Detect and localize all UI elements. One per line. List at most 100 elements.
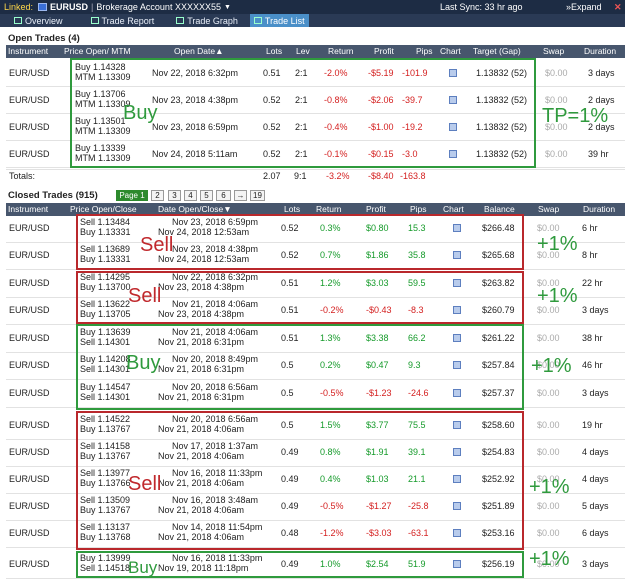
symbol-selector[interactable]: EURUSD — [50, 2, 88, 12]
instrument: EUR/USD — [9, 501, 50, 511]
col-price[interactable]: Price Open/ MTM — [64, 46, 131, 56]
swap: $0.00 — [537, 501, 560, 511]
duration: 4 days — [582, 474, 609, 484]
page-button[interactable]: Page 1 — [116, 190, 148, 201]
tab-trade-graph[interactable]: Trade Graph — [172, 14, 242, 27]
account-selector[interactable]: Brokerage Account XXXXXX55 — [96, 2, 221, 12]
col-duration[interactable]: Duration — [584, 46, 616, 56]
instrument: EUR/USD — [9, 95, 50, 105]
page-button[interactable]: → — [234, 190, 247, 201]
tab-label: Overview — [25, 15, 63, 26]
swap: $0.00 — [537, 333, 560, 343]
duration: 8 hr — [582, 250, 598, 260]
report-icon — [90, 17, 99, 24]
col-pips[interactable]: Pips — [416, 46, 433, 56]
instrument: EUR/USD — [9, 223, 50, 233]
duration: 38 hr — [582, 333, 603, 343]
tab-label: Trade Graph — [187, 15, 238, 26]
duration: 19 hr — [582, 420, 603, 430]
col-profit[interactable]: Profit — [366, 204, 386, 214]
tab-overview[interactable]: Overview — [10, 14, 67, 27]
overview-icon — [14, 17, 22, 24]
duration: 3 days — [582, 305, 609, 315]
page-button[interactable]: 3 — [168, 190, 181, 201]
annotation-buy-open: Buy — [123, 102, 158, 124]
totals-lev: 9:1 — [294, 171, 307, 181]
expand-button[interactable]: »Expand — [566, 2, 602, 12]
closed-trades-title: Closed Trades (915) — [8, 190, 98, 201]
col-lev[interactable]: Lev — [296, 46, 310, 56]
col-open-date[interactable]: Open Date▲ — [174, 46, 224, 56]
col-lots[interactable]: Lots — [284, 204, 300, 214]
page-button[interactable]: 2 — [151, 190, 164, 201]
duration: 39 hr — [588, 149, 609, 159]
tab-trade-report[interactable]: Trade Report — [87, 14, 159, 27]
duration: 22 hr — [582, 278, 603, 288]
col-swap[interactable]: Swap — [538, 204, 559, 214]
instrument: EUR/USD — [9, 420, 50, 430]
page-button[interactable]: 19 — [250, 190, 265, 201]
duration: 3 days — [582, 559, 609, 569]
swap: $0.00 — [537, 420, 560, 430]
annotation-sell-1: Sell — [140, 234, 174, 256]
annotation-buy-closed: Buy — [126, 352, 161, 374]
totals-label: Totals: — [9, 171, 36, 181]
col-lots[interactable]: Lots — [266, 46, 282, 56]
col-return[interactable]: Return — [328, 46, 354, 56]
col-balance[interactable]: Balance — [484, 204, 515, 214]
col-instrument[interactable]: Instrument — [8, 204, 48, 214]
page-button[interactable]: 6 — [216, 190, 231, 201]
duration: 3 days — [588, 68, 615, 78]
annotation-plus-3: +1% — [531, 355, 572, 377]
col-profit[interactable]: Profit — [374, 46, 394, 56]
instrument: EUR/USD — [9, 250, 50, 260]
instrument: EUR/USD — [9, 360, 50, 370]
duration: 46 hr — [582, 360, 603, 370]
col-duration[interactable]: Duration — [583, 204, 615, 214]
eu-flag-icon — [38, 3, 48, 11]
open-trades-title: Open Trades (4) — [8, 33, 80, 44]
linked-label: Linked: — [4, 2, 34, 12]
instrument: EUR/USD — [9, 447, 50, 457]
col-return[interactable]: Return — [316, 204, 342, 214]
instrument: EUR/USD — [9, 559, 50, 569]
col-price[interactable]: Price Open/Close — [70, 204, 137, 214]
page-button[interactable]: 4 — [184, 190, 197, 201]
instrument: EUR/USD — [9, 474, 50, 484]
duration: 5 days — [582, 501, 609, 511]
instrument: EUR/USD — [9, 278, 50, 288]
annotation-tp: TP=1% — [542, 105, 609, 127]
last-sync: Last Sync: 33 hr ago — [440, 2, 523, 12]
separator: | — [91, 2, 94, 12]
close-icon[interactable]: ✕ — [614, 2, 622, 13]
col-instrument[interactable]: Instrument — [8, 46, 48, 56]
col-date[interactable]: Date Open/Close▼ — [158, 204, 232, 214]
top-bar: Linked: EURUSD | Brokerage Account XXXXX… — [0, 0, 625, 14]
instrument: EUR/USD — [9, 68, 50, 78]
instrument: EUR/USD — [9, 305, 50, 315]
col-pips[interactable]: Pips — [410, 204, 427, 214]
row-divider — [6, 578, 625, 579]
tab-label: Trade Report — [101, 15, 155, 26]
duration: 6 hr — [582, 223, 598, 233]
list-icon — [253, 17, 262, 24]
col-swap[interactable]: Swap — [543, 46, 564, 56]
chevron-down-icon[interactable]: ▼ — [224, 4, 231, 11]
tab-trade-list[interactable]: Trade List — [249, 14, 309, 27]
col-target[interactable]: Target (Gap) — [473, 46, 521, 56]
page-button[interactable]: 5 — [200, 190, 213, 201]
duration: 4 days — [582, 447, 609, 457]
tab-label: Trade List — [264, 15, 305, 26]
annotation-sell-3: Sell — [128, 473, 162, 495]
swap: $0.00 — [545, 149, 568, 159]
totals-pips: -163.8 — [400, 171, 426, 181]
instrument: EUR/USD — [9, 528, 50, 538]
swap: $0.00 — [537, 388, 560, 398]
instrument: EUR/USD — [9, 333, 50, 343]
col-chart: Chart — [443, 204, 464, 214]
swap: $0.00 — [537, 447, 560, 457]
col-chart: Chart — [440, 46, 461, 56]
totals-divider — [6, 169, 625, 170]
annotation-plus-1: +1% — [537, 233, 578, 255]
instrument: EUR/USD — [9, 122, 50, 132]
